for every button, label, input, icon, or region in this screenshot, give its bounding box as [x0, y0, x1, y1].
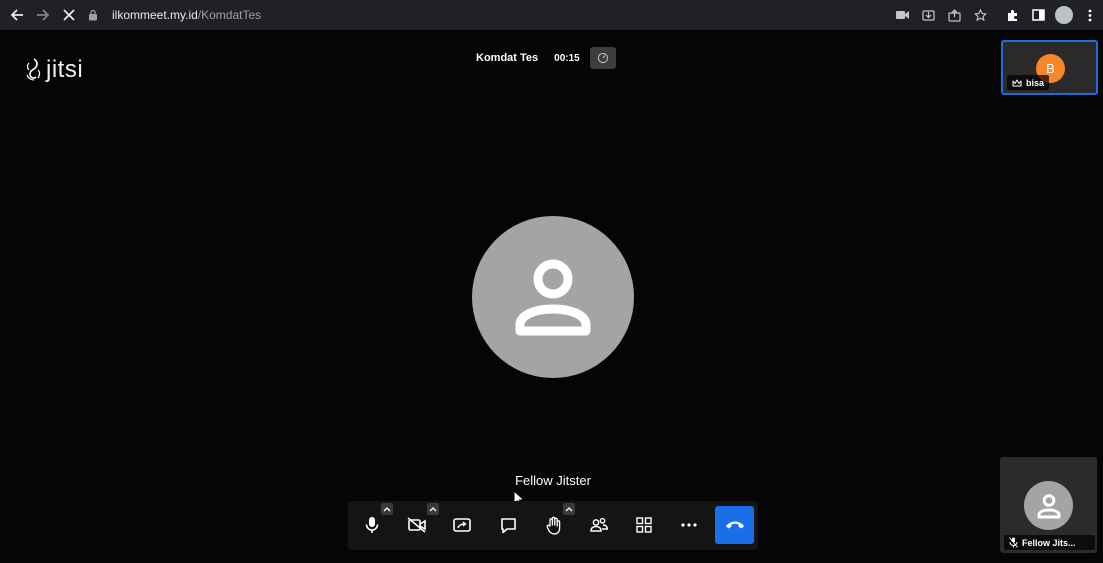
logo-text: jitsi [46, 56, 84, 83]
browser-actions [889, 0, 1103, 30]
participants-icon [590, 517, 609, 532]
screen-share-icon [453, 517, 471, 532]
lock-icon[interactable] [88, 8, 102, 22]
remote-participant-label: Fellow Jits... [1004, 535, 1095, 550]
local-participant-label: bisa [1007, 75, 1050, 90]
jitsi-logo-icon [26, 58, 41, 81]
camera-options-button[interactable] [427, 503, 439, 515]
extensions-icon[interactable] [999, 0, 1025, 30]
more-actions-button[interactable] [671, 507, 707, 543]
microphone-icon [365, 517, 379, 533]
share-screen-button[interactable] [444, 507, 480, 543]
profile-icon[interactable] [1051, 0, 1077, 30]
user-icon [515, 259, 591, 336]
camera-off-icon [407, 517, 426, 533]
url-host: ilkommeet.my.id [112, 8, 198, 22]
share-icon[interactable] [941, 0, 967, 30]
leave-meeting-button[interactable] [715, 506, 754, 544]
stop-icon[interactable] [56, 0, 82, 30]
url-path: /KomdatTes [197, 8, 262, 22]
chevron-up-icon [429, 507, 437, 512]
back-icon[interactable] [4, 0, 30, 30]
grid-icon [636, 517, 652, 533]
install-icon[interactable] [915, 0, 941, 30]
star-icon[interactable] [967, 0, 993, 30]
microphone-options-button[interactable] [381, 503, 393, 515]
moderator-crown-icon [1012, 79, 1022, 86]
user-icon [1037, 493, 1060, 518]
tile-view-button[interactable] [626, 507, 662, 543]
more-icon [681, 523, 697, 527]
remote-participant-avatar [1024, 481, 1073, 530]
forward-icon[interactable] [30, 0, 56, 30]
local-participant-thumbnail[interactable]: B bisa [1001, 40, 1098, 95]
participants-button[interactable] [581, 507, 617, 543]
participant-display-name: Fellow Jitster [515, 473, 591, 488]
hand-icon [546, 516, 560, 535]
chevron-up-icon [383, 507, 391, 512]
menu-icon[interactable] [1077, 0, 1103, 30]
profile-avatar[interactable] [1055, 6, 1073, 24]
browser-toolbar: ilkommeet.my.id/KomdatTes [0, 0, 1103, 30]
connection-stats-button[interactable] [589, 47, 616, 69]
meeting-title: Komdat Tes [476, 52, 539, 64]
chevron-up-icon [565, 507, 573, 512]
chat-button[interactable] [490, 507, 526, 543]
reactions-options-button[interactable] [563, 503, 575, 515]
conference-stage: jitsi Komdat Tes 00:15 Fellow Jitster B … [0, 30, 1103, 563]
hangup-icon [725, 521, 744, 529]
mic-muted-icon [1009, 537, 1018, 548]
meeting-timer: 00:15 [554, 52, 580, 64]
main-participant-avatar [472, 216, 634, 378]
remote-participant-name: Fellow Jits... [1022, 537, 1076, 548]
gauge-icon [597, 52, 608, 64]
remote-participant-thumbnail[interactable]: Fellow Jits... [1000, 457, 1097, 553]
chat-icon [500, 517, 516, 533]
meeting-header: Komdat Tes 00:15 [470, 47, 616, 69]
camera-icon[interactable] [889, 0, 915, 30]
sidepanel-icon[interactable] [1025, 0, 1051, 30]
jitsi-logo[interactable]: jitsi [24, 56, 83, 84]
local-participant-name: bisa [1026, 77, 1045, 88]
meeting-toolbar [348, 501, 758, 550]
